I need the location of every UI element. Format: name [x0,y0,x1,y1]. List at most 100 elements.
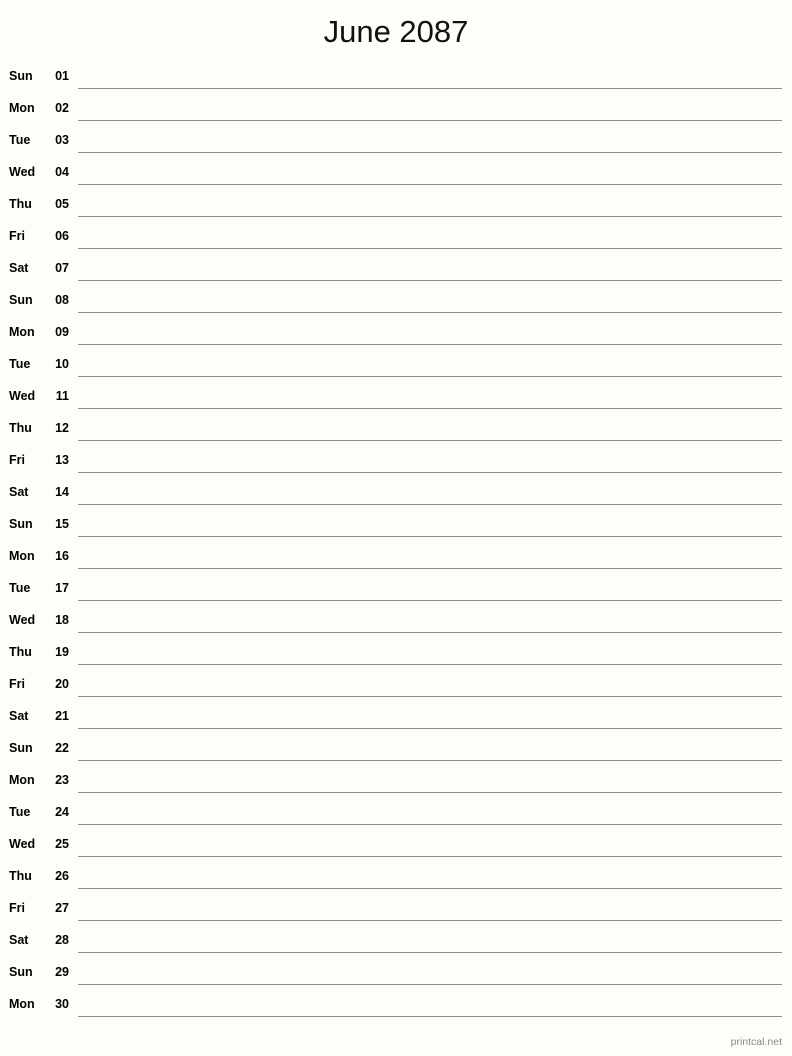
day-number: 27 [55,901,69,915]
note-line-area[interactable] [78,798,792,830]
day-label-cell: Thu 05 [0,190,78,211]
day-number: 30 [55,997,69,1011]
weekday-label: Sat [9,933,29,947]
note-line-area[interactable] [78,382,792,414]
day-row: Thu 26 [0,862,792,894]
weekday-label: Sat [9,485,29,499]
day-label-cell: Tue 03 [0,126,78,147]
note-line-area[interactable] [78,478,792,510]
note-line-area[interactable] [78,574,792,606]
note-line-area[interactable] [78,190,792,222]
weekday-label: Sun [9,293,33,307]
day-number: 03 [55,133,69,147]
day-row: Tue 10 [0,350,792,382]
note-line-area[interactable] [78,542,792,574]
day-number: 17 [55,581,69,595]
day-label-cell: Mon 09 [0,318,78,339]
weekday-label: Wed [9,837,36,851]
note-line-area[interactable] [78,606,792,638]
day-label-cell: Sat 14 [0,478,78,499]
day-label-cell: Sat 28 [0,926,78,947]
note-line-area[interactable] [78,158,792,190]
note-line-area[interactable] [78,862,792,894]
note-line-area[interactable] [78,286,792,318]
weekday-label: Tue [9,357,31,371]
day-label-cell: Sat 21 [0,702,78,723]
day-number: 01 [55,69,69,83]
day-number: 11 [55,389,69,403]
day-label-cell: Fri 20 [0,670,78,691]
day-number: 29 [55,965,69,979]
note-line-area[interactable] [78,510,792,542]
note-line-area[interactable] [78,894,792,926]
day-label-cell: Sun 29 [0,958,78,979]
day-number: 25 [55,837,69,851]
day-row: Fri 06 [0,222,792,254]
day-row: Sun 29 [0,958,792,990]
note-line-area[interactable] [78,62,792,94]
day-number: 02 [55,101,69,115]
note-line-area[interactable] [78,766,792,798]
day-row: Fri 20 [0,670,792,702]
weekday-label: Sun [9,69,33,83]
calendar-page: June 2087 Sun 01 Mon 02 Tue 03 Wed 04 Thu 05 Fri 06… [0,0,792,1056]
day-row: Sun 15 [0,510,792,542]
day-row: Wed 11 [0,382,792,414]
note-line-area[interactable] [78,318,792,350]
day-row: Mon 02 [0,94,792,126]
note-line-area[interactable] [78,126,792,158]
day-row: Sun 22 [0,734,792,766]
day-row: Sat 28 [0,926,792,958]
weekday-label: Mon [9,773,35,787]
weekday-label: Wed [9,165,36,179]
weekday-label: Tue [9,805,31,819]
note-line-area[interactable] [78,638,792,670]
day-label-cell: Tue 10 [0,350,78,371]
day-number: 23 [55,773,69,787]
day-rows-list: Sun 01 Mon 02 Tue 03 Wed 04 Thu 05 Fri 06 Sat 07 Sun 08… [0,62,792,1022]
day-number: 15 [55,517,69,531]
day-row: Wed 18 [0,606,792,638]
day-number: 26 [55,869,69,883]
note-line-area[interactable] [78,446,792,478]
day-row: Sun 08 [0,286,792,318]
day-label-cell: Wed 11 [0,382,78,403]
note-line-area[interactable] [78,958,792,990]
day-row: Mon 16 [0,542,792,574]
note-line-area[interactable] [78,926,792,958]
day-number: 20 [55,677,69,691]
page-title: June 2087 [323,14,469,49]
weekday-label: Sat [9,709,29,723]
day-label-cell: Thu 12 [0,414,78,435]
day-row: Thu 12 [0,414,792,446]
day-row: Tue 24 [0,798,792,830]
day-label-cell: Thu 26 [0,862,78,883]
day-label-cell: Thu 19 [0,638,78,659]
note-line-area[interactable] [78,94,792,126]
weekday-label: Thu [9,645,32,659]
day-label-cell: Fri 06 [0,222,78,243]
day-label-cell: Wed 04 [0,158,78,179]
day-row: Sat 07 [0,254,792,286]
note-line-area[interactable] [78,222,792,254]
note-line-area[interactable] [78,990,792,1022]
note-line-area[interactable] [78,350,792,382]
day-number: 05 [55,197,69,211]
note-line-area[interactable] [78,702,792,734]
note-line-area[interactable] [78,254,792,286]
note-line-area[interactable] [78,670,792,702]
weekday-label: Sat [9,261,29,275]
day-row: Mon 30 [0,990,792,1022]
day-row: Tue 17 [0,574,792,606]
day-number: 04 [55,165,69,179]
day-number: 18 [55,613,69,627]
day-number: 12 [55,421,69,435]
day-number: 24 [55,805,69,819]
weekday-label: Wed [9,613,36,627]
note-line-area[interactable] [78,734,792,766]
note-line-area[interactable] [78,414,792,446]
day-row: Sun 01 [0,62,792,94]
weekday-label: Wed [9,389,36,403]
note-line-area[interactable] [78,830,792,862]
day-row: Fri 13 [0,446,792,478]
